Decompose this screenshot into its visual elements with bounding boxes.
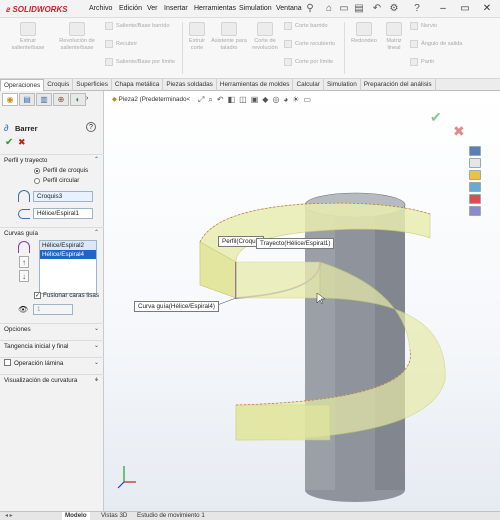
cylinder-shade xyxy=(375,205,405,490)
helix-end-face xyxy=(235,404,331,441)
bottom-tabs: ◂ ▸ Modelo Vistas 3D Estudio de movimien… xyxy=(0,511,500,521)
triad-z-axis xyxy=(117,481,125,489)
callout-path[interactable]: Trayecto(Hélice/Espiral1) xyxy=(256,238,335,249)
model-3d xyxy=(117,192,446,502)
callout-guide-curve[interactable]: Curva guía(Hélice/Espiral4) xyxy=(134,301,219,312)
profile-sketch-face xyxy=(235,261,321,299)
